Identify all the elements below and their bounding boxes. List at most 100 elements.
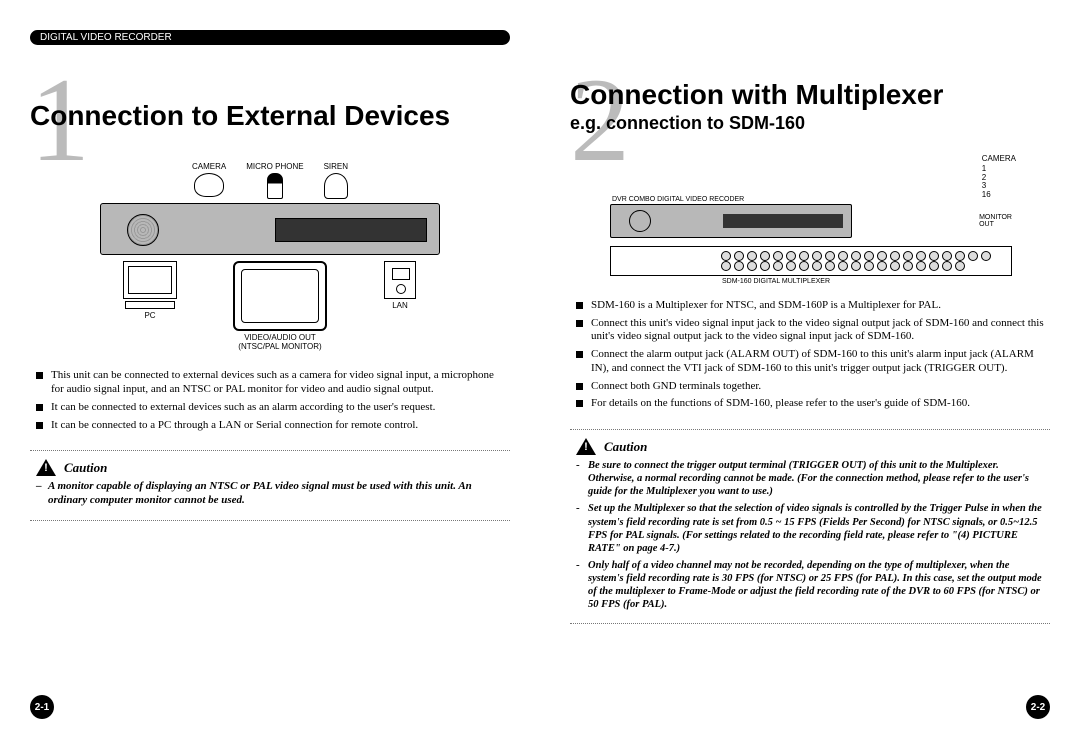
dash-icon: -: [576, 459, 588, 498]
bullet-square-icon: [576, 383, 583, 390]
list-item: This unit can be connected to external d…: [36, 369, 504, 397]
jack-icon: [864, 251, 874, 261]
caution-item: -Only half of a video channel may not be…: [576, 559, 1044, 612]
jack-icon: [916, 251, 926, 261]
jack-icon: [955, 261, 965, 271]
siren-icon: [324, 173, 348, 199]
list-item: SDM-160 is a Multiplexer for NTSC, and S…: [576, 299, 1044, 313]
bullet-text: For details on the functions of SDM-160,…: [591, 397, 1044, 411]
jack-icon: [929, 261, 939, 271]
mux-label: SDM-160 DIGITAL MULTIPLEXER: [722, 278, 1010, 285]
caution-item: -Be sure to connect the trigger output t…: [576, 459, 1044, 498]
cam-num: 1: [982, 165, 1016, 174]
jack-icon: [786, 251, 796, 261]
jack-icon: [734, 261, 744, 271]
siren-icon-block: SIREN: [324, 162, 348, 199]
bullet-square-icon: [576, 351, 583, 358]
section-1-bullets: This unit can be connected to external d…: [30, 369, 510, 436]
caution-text: Be sure to connect the trigger output te…: [588, 459, 1044, 498]
jack-icon: [903, 251, 913, 261]
jack-icon: [890, 261, 900, 271]
diagram-external-devices: CAMERA MICRO PHONE SIREN: [30, 142, 510, 362]
monitor-type-text: (NTSC/PAL MONITOR): [238, 342, 321, 351]
jack-icon: [734, 251, 744, 261]
dvr-device-icon: [100, 203, 440, 255]
page-spread: DIGITAL VIDEO RECORDER 1 Connection to E…: [0, 0, 1080, 739]
caution-list-1: – A monitor capable of displaying an NTS…: [36, 480, 504, 508]
bullet-square-icon: [576, 400, 583, 407]
dvr-label: DVR COMBO DIGITAL VIDEO RECODER: [612, 196, 1010, 203]
siren-label: SIREN: [324, 162, 348, 171]
jack-icon: [955, 251, 965, 261]
caution-text: A monitor capable of displaying an NTSC …: [48, 480, 504, 508]
camera-number-column: CAMERA 1 2 3 16: [982, 154, 1016, 200]
bullet-text: This unit can be connected to external d…: [51, 369, 504, 397]
jack-icon: [825, 251, 835, 261]
multiplexer-unit-icon: [610, 246, 1012, 276]
video-out-label: VIDEO/AUDIO OUT (NTSC/PAL MONITOR): [230, 334, 330, 352]
jack-icon: [929, 251, 939, 261]
caution-text: Only half of a video channel may not be …: [588, 559, 1044, 612]
list-item: It can be connected to external devices …: [36, 401, 504, 415]
dash-icon: –: [36, 480, 48, 508]
title-block-1: Connection to External Devices: [30, 101, 510, 132]
monitor-icon-block: VIDEO/AUDIO OUT (NTSC/PAL MONITOR): [230, 261, 330, 352]
jack-icon: [786, 261, 796, 271]
cam-num: 16: [982, 191, 1016, 200]
jack-icon: [851, 251, 861, 261]
video-audio-out-text: VIDEO/AUDIO OUT: [244, 333, 316, 342]
right-page: 2 Connection with Multiplexer e.g. conne…: [540, 30, 1050, 719]
section-2-title: Connection with Multiplexer: [570, 80, 1050, 111]
list-item: Connect the alarm output jack (ALARM OUT…: [576, 348, 1044, 376]
caution-box-2: Caution -Be sure to connect the trigger …: [570, 429, 1050, 624]
jack-icon: [747, 251, 757, 261]
jack-icon: [838, 251, 848, 261]
keyboard-icon: [125, 301, 175, 309]
jack-icon: [981, 251, 991, 261]
jack-icon: [721, 261, 731, 271]
jack-icon: [877, 261, 887, 271]
jack-icon: [747, 261, 757, 271]
list-item: Connect both GND terminals together.: [576, 380, 1044, 394]
lan-icon: [384, 261, 416, 299]
bullet-text: Connect the alarm output jack (ALARM OUT…: [591, 348, 1044, 376]
bullet-text: It can be connected to external devices …: [51, 401, 504, 415]
pc-icon-block: PC: [120, 261, 180, 352]
dash-icon: -: [576, 559, 588, 612]
jack-icon: [760, 251, 770, 261]
bullet-square-icon: [36, 404, 43, 411]
lan-label: LAN: [380, 302, 420, 311]
list-item: Connect this unit's video signal input j…: [576, 317, 1044, 345]
header-pill: DIGITAL VIDEO RECORDER: [30, 30, 510, 45]
jack-icon: [916, 261, 926, 271]
microphone-icon: [267, 173, 283, 199]
caution-heading: Caution: [36, 459, 504, 476]
caution-text: Set up the Multiplexer so that the selec…: [588, 502, 1044, 555]
jack-icon: [812, 261, 822, 271]
jack-icon: [838, 261, 848, 271]
monitor-out-label: MONITOR OUT: [979, 214, 1012, 228]
caution-item: – A monitor capable of displaying an NTS…: [36, 480, 504, 508]
jack-icon: [903, 261, 913, 271]
jack-icon: [890, 251, 900, 261]
pc-icon: [123, 261, 177, 299]
caution-item: -Set up the Multiplexer so that the sele…: [576, 502, 1044, 555]
section-2-bullets: SDM-160 is a Multiplexer for NTSC, and S…: [570, 299, 1050, 415]
bullet-square-icon: [36, 372, 43, 379]
jack-icon: [812, 251, 822, 261]
section-2-subtitle: e.g. connection to SDM-160: [570, 113, 1050, 134]
dash-icon: -: [576, 502, 588, 555]
camera-icon: [194, 173, 224, 197]
list-item: It can be connected to a PC through a LA…: [36, 419, 504, 433]
caution-label: Caution: [64, 460, 107, 476]
dvr-unit-icon: [610, 204, 852, 238]
jack-icon: [825, 261, 835, 271]
jack-icon: [968, 251, 978, 261]
bullet-square-icon: [576, 320, 583, 327]
jack-icon: [877, 251, 887, 261]
cam-num: 2: [982, 174, 1016, 183]
jack-icon: [721, 251, 731, 261]
microphone-label: MICRO PHONE: [246, 162, 303, 171]
jack-icon: [773, 261, 783, 271]
warning-triangle-icon: [36, 459, 56, 476]
